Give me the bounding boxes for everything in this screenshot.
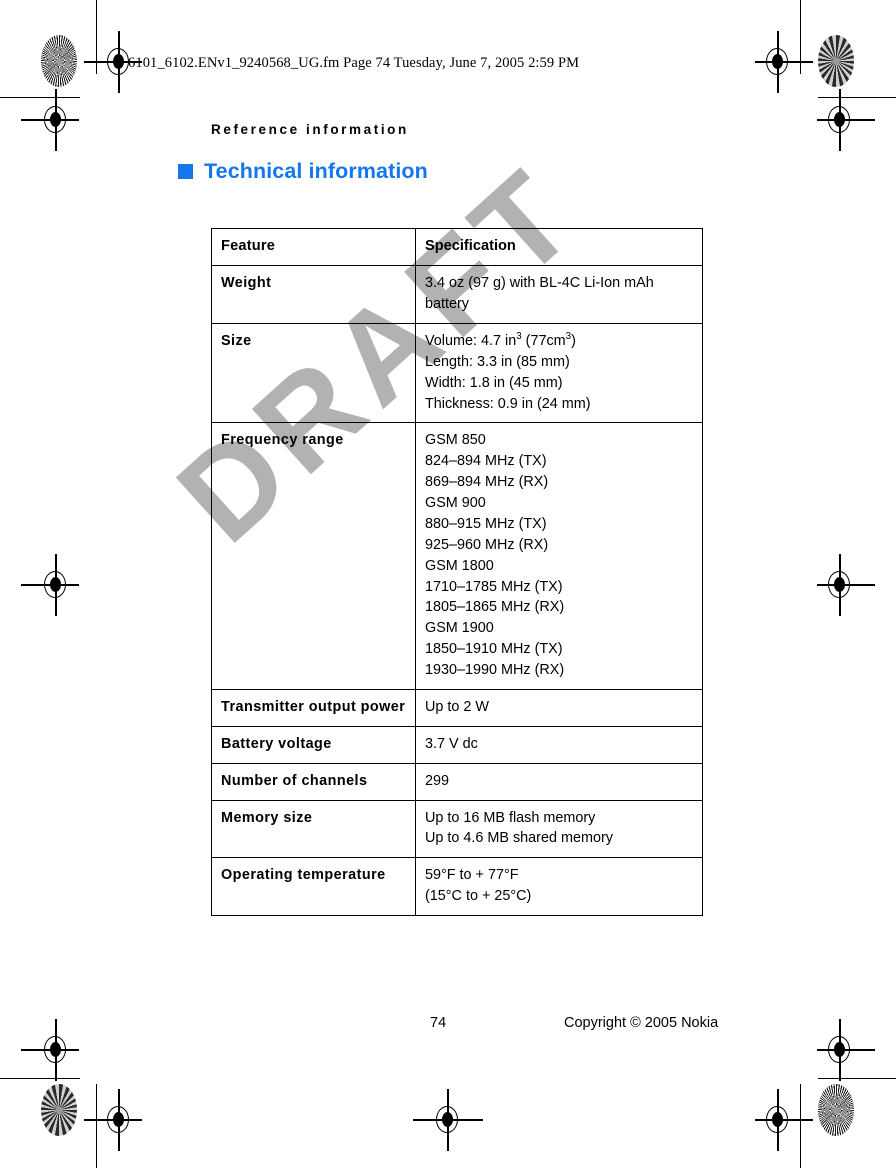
table-row: Memory size Up to 16 MB flash memory Up … <box>211 799 703 859</box>
table-row: Size Volume: 4.7 in3 (77cm3) Length: 3.3… <box>211 322 703 424</box>
table-header-row: Feature Specification <box>211 227 703 267</box>
page-title: Technical information <box>178 159 428 184</box>
density-target-bottom-left <box>41 1084 77 1136</box>
registration-mark-lower-left <box>21 1019 79 1081</box>
registration-mark-lower-right <box>817 1019 875 1081</box>
registration-mark-top-right <box>755 31 813 93</box>
table-row: Number of channels 299 <box>211 762 703 801</box>
trim-line-top-left-horizontal <box>0 97 80 99</box>
density-target-top-left <box>41 35 77 87</box>
row-value-memory-size: Up to 16 MB flash memory Up to 4.6 MB sh… <box>415 799 703 859</box>
table-row: Frequency range GSM 850 824–894 MHz (TX)… <box>211 422 703 690</box>
row-label-weight: Weight <box>211 265 416 324</box>
row-value-number-of-channels: 299 <box>415 762 703 801</box>
registration-mark-middle-left <box>21 554 79 616</box>
row-label-operating-temperature: Operating temperature <box>211 857 416 917</box>
size-volume-line: Volume: 4.7 in3 (77cm3) <box>425 331 576 349</box>
trim-line-top-right-horizontal <box>818 97 896 99</box>
registration-mark-upper-left <box>21 89 79 151</box>
running-head: Reference information <box>211 122 409 137</box>
density-target-bottom-right <box>818 1084 854 1136</box>
trim-line-left-vertical <box>96 0 98 74</box>
row-label-size: Size <box>211 322 416 424</box>
column-header-feature: Feature <box>211 227 416 267</box>
heading-square-bullet-icon <box>178 164 193 179</box>
registration-mark-bottom-right <box>755 1089 813 1151</box>
density-target-top-right <box>818 35 854 87</box>
registration-mark-bottom-left <box>84 1089 142 1151</box>
row-label-number-of-channels: Number of channels <box>211 762 416 801</box>
footer-page-number: 74 <box>430 1015 447 1031</box>
row-label-battery-voltage: Battery voltage <box>211 725 416 764</box>
row-value-weight: 3.4 oz (97 g) with BL-4C Li-Ion mAh batt… <box>415 265 703 324</box>
row-label-frequency-range: Frequency range <box>211 422 416 690</box>
row-label-memory-size: Memory size <box>211 799 416 859</box>
row-label-transmitter-output-power: Transmitter output power <box>211 688 416 727</box>
table-row: Battery voltage 3.7 V dc <box>211 725 703 764</box>
trim-line-bottom-left-horizontal <box>0 1078 80 1080</box>
table-row: Transmitter output power Up to 2 W <box>211 688 703 727</box>
footer-copyright: Copyright © 2005 Nokia <box>564 1015 719 1031</box>
row-value-operating-temperature: 59°F to + 77°F (15°C to + 25°C) <box>415 857 703 917</box>
table-row: Weight 3.4 oz (97 g) with BL-4C Li-Ion m… <box>211 265 703 324</box>
trim-line-left-vertical-2 <box>96 1084 98 1168</box>
row-value-battery-voltage: 3.7 V dc <box>415 725 703 764</box>
file-stamp: 6101_6102.ENv1_9240568_UG.fm Page 74 Tue… <box>128 55 580 71</box>
registration-mark-middle-right <box>817 554 875 616</box>
row-value-size: Volume: 4.7 in3 (77cm3) Length: 3.3 in (… <box>415 322 703 424</box>
table-row: Operating temperature 59°F to + 77°F (15… <box>211 857 703 917</box>
registration-mark-bottom-center <box>413 1089 483 1151</box>
technical-specifications-table: Feature Specification Weight 3.4 oz (97 … <box>211 227 703 917</box>
page-title-text: Technical information <box>204 159 428 183</box>
column-header-specification: Specification <box>415 227 703 267</box>
row-value-transmitter-output-power: Up to 2 W <box>415 688 703 727</box>
row-value-frequency-range: GSM 850 824–894 MHz (TX) 869–894 MHz (RX… <box>415 422 703 690</box>
registration-mark-upper-right <box>817 89 875 151</box>
trim-line-right-vertical-2 <box>800 1084 802 1168</box>
trim-line-right-vertical <box>800 0 802 74</box>
trim-line-bottom-right-horizontal <box>818 1078 896 1080</box>
